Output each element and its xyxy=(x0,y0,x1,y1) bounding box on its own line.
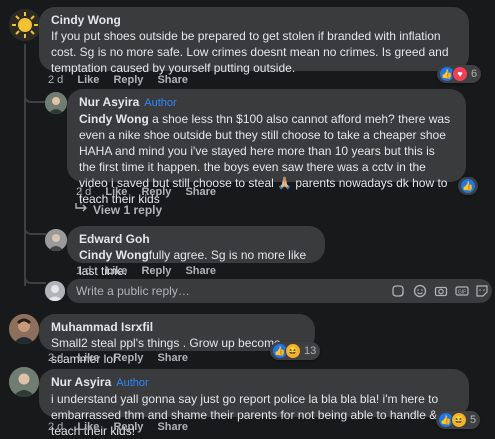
like-button[interactable]: Like xyxy=(105,265,127,277)
reaction-summary[interactable]: 👍 xyxy=(458,177,478,195)
comment-bubble: Nur Asyira Author Cindy Wong a shoe less … xyxy=(67,89,466,206)
reply-placeholder: Write a public reply… xyxy=(76,284,190,298)
avatar[interactable] xyxy=(45,92,67,114)
reaction-count: 5 xyxy=(470,414,477,426)
author-badge: Author xyxy=(116,377,149,389)
like-button[interactable]: Like xyxy=(77,421,99,433)
like-button[interactable]: Like xyxy=(77,352,99,364)
author-badge: Author xyxy=(144,97,177,109)
comment-author[interactable]: Nur Asyira Author xyxy=(51,375,457,391)
avatar[interactable] xyxy=(9,367,39,397)
avatar[interactable] xyxy=(45,229,67,251)
comment-actions: 2 d Like Reply Share xyxy=(48,352,199,364)
reply-button[interactable]: Reply xyxy=(113,421,143,433)
avatar[interactable] xyxy=(9,314,39,344)
comment-time[interactable]: 1 d xyxy=(76,265,91,277)
comment-time[interactable]: 2 d xyxy=(48,421,63,433)
comment-bubble: Edward Goh Cindy Wongfully agree. Sg is … xyxy=(67,226,325,278)
reply-input[interactable]: Write a public reply… GIF xyxy=(67,279,492,303)
comment-author[interactable]: Cindy Wong xyxy=(51,13,457,28)
haha-icon: 😆 xyxy=(285,343,301,359)
thread-line xyxy=(24,44,26,286)
reply-button[interactable]: Reply xyxy=(113,352,143,364)
share-button[interactable]: Share xyxy=(185,186,216,198)
comment-text: If you put shoes outside be prepared to … xyxy=(51,29,449,75)
comment-bubble: Nur Asyira Author i understand yall gonna… xyxy=(39,369,469,438)
sticker-face-icon[interactable] xyxy=(475,284,489,298)
mention-link[interactable]: Cindy Wong xyxy=(79,248,149,262)
like-button[interactable]: Like xyxy=(77,74,99,86)
comment-actions: 2 d Like Reply Share xyxy=(48,421,199,433)
reaction-count: 13 xyxy=(304,345,317,357)
reply-button[interactable]: Reply xyxy=(141,186,171,198)
camera-icon[interactable] xyxy=(434,284,448,298)
avatar xyxy=(45,281,65,301)
haha-icon: 😆 xyxy=(451,412,467,428)
reply-button[interactable]: Reply xyxy=(141,265,171,277)
comment-time[interactable]: 2 d xyxy=(76,186,91,198)
emoji-icon[interactable] xyxy=(413,284,427,298)
reply-button[interactable]: Reply xyxy=(113,74,143,86)
like-button[interactable]: Like xyxy=(105,186,127,198)
avatar[interactable] xyxy=(9,9,41,41)
reaction-summary[interactable]: 👍 😆 5 xyxy=(436,411,481,429)
share-button[interactable]: Share xyxy=(185,265,216,277)
share-button[interactable]: Share xyxy=(157,74,188,86)
comment-author[interactable]: Edward Goh xyxy=(79,232,313,247)
comment-actions: 2 d Like Reply Share xyxy=(76,186,227,198)
comment-actions: 2 d Like Reply Share xyxy=(48,74,199,86)
reaction-summary[interactable]: 👍 😆 13 xyxy=(270,342,321,360)
view-replies-link[interactable]: View 1 reply xyxy=(93,203,162,217)
reaction-summary[interactable]: 👍 ♥ 6 xyxy=(437,65,482,83)
mention-link[interactable]: Cindy Wong xyxy=(79,112,149,126)
share-button[interactable]: Share xyxy=(157,352,188,364)
reaction-count: 6 xyxy=(471,68,478,80)
share-button[interactable]: Share xyxy=(157,421,188,433)
gif-icon[interactable]: GIF xyxy=(455,284,469,298)
svg-text:GIF: GIF xyxy=(458,289,466,295)
comment-time[interactable]: 2 d xyxy=(48,74,63,86)
comment-author[interactable]: Muhammad Isrxfil xyxy=(51,320,303,335)
sticker-icon[interactable] xyxy=(391,284,405,298)
comment-bubble: Cindy Wong If you put shoes outside be p… xyxy=(39,7,469,75)
comment-actions: 1 d Like Reply Share xyxy=(76,265,227,277)
reply-arrow-icon xyxy=(75,203,87,212)
like-icon: 👍 xyxy=(460,178,476,194)
comment-author[interactable]: Nur Asyira Author xyxy=(79,95,454,111)
comment-time[interactable]: 2 d xyxy=(48,352,63,364)
love-icon: ♥ xyxy=(452,66,468,82)
